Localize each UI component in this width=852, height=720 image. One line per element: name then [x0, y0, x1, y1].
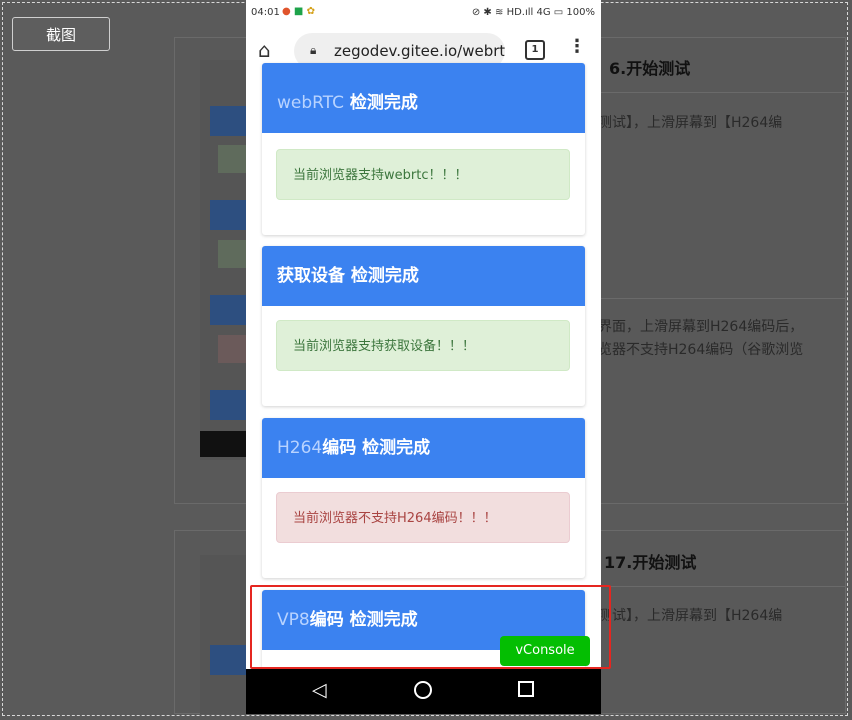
background-thumbnail: [200, 555, 246, 714]
background-thumb-header: [210, 106, 246, 136]
card-header-title: 检测完成: [344, 93, 418, 113]
background-middle-text-1: 界面，上滑屏幕到H264编码后，: [598, 319, 804, 335]
tab-switcher-icon[interactable]: 1: [525, 40, 545, 60]
background-step7-title: 17.开始测试: [604, 553, 697, 572]
card-header-title: 编码 检测完成: [322, 438, 431, 458]
card-header-title: 获取设备 检测完成: [277, 266, 419, 286]
success-alert: 当前浏览器支持webrtc！！！: [276, 149, 570, 200]
background-divider: [600, 586, 846, 587]
check-card-device: 获取设备 检测完成 当前浏览器支持获取设备！！！: [262, 246, 585, 406]
more-menu-icon[interactable]: ⋮: [568, 38, 586, 56]
background-thumb-navbar: [200, 431, 246, 457]
background-divider: [600, 92, 846, 93]
bluetooth-icon: ✱: [483, 7, 492, 18]
error-alert: 当前浏览器不支持H264编码！！！: [276, 492, 570, 543]
app-notification-icon: ■: [293, 6, 304, 17]
back-icon[interactable]: ◁: [312, 680, 327, 700]
lock-icon: 🔒︎: [310, 43, 317, 57]
background-thumb-alert: [218, 335, 246, 363]
background-divider: [600, 298, 846, 299]
background-thumb-header: [210, 295, 246, 325]
background-step6-title: 6.开始测试: [609, 59, 691, 78]
status-right: ⊘ ✱ ≋ HD.ıll 4G ▭ 100%: [472, 7, 595, 18]
browser-notification-icon: ●: [282, 6, 291, 17]
url-text: zegodev.gitee.io/webrtc: [334, 42, 505, 60]
notification-icons: ● ■ ✿: [282, 6, 315, 17]
check-card-webrtc: webRTC 检测完成 当前浏览器支持webrtc！！！: [262, 63, 585, 235]
card-header-keyword: H264: [277, 438, 323, 458]
wifi-icon: ≋: [495, 7, 504, 18]
recent-apps-icon[interactable]: [518, 681, 534, 697]
card-header: H264编码 检测完成: [262, 418, 585, 478]
status-time: 04:01: [251, 7, 280, 18]
background-step7-text: 测试】，上滑屏幕到【H264编: [598, 608, 783, 624]
android-nav-bar: ◁: [246, 669, 601, 714]
signal-battery-status: HD.ıll 4G ▭ 100%: [506, 7, 595, 18]
check-card-h264: H264编码 检测完成 当前浏览器不支持H264编码！！！: [262, 418, 585, 578]
alarm-off-icon: ⊘: [471, 7, 481, 18]
card-header: webRTC 检测完成: [262, 63, 585, 133]
home-icon[interactable]: ⌂: [258, 40, 271, 60]
background-thumb-header: [210, 200, 246, 230]
card-header-keyword: webRTC: [277, 93, 344, 113]
capture-button[interactable]: 截图: [12, 17, 110, 51]
background-thumb-alert: [218, 145, 246, 173]
background-step6-text: 测试】，上滑屏幕到【H264编: [598, 115, 783, 131]
success-alert: 当前浏览器支持获取设备！！！: [276, 320, 570, 371]
settings-notification-icon: ✿: [306, 6, 315, 17]
background-middle-text-2: 览器不支持H264编码（谷歌浏览: [598, 342, 804, 358]
highlight-box: [250, 585, 611, 669]
background-thumb-header: [210, 390, 246, 420]
card-header: 获取设备 检测完成: [262, 246, 585, 306]
status-bar: 04:01 ● ■ ✿ ⊘ ✱ ≋ HD.ıll 4G ▭ 100%: [246, 0, 601, 26]
home-circle-icon[interactable]: [414, 681, 432, 699]
background-thumb-alert: [218, 240, 246, 268]
background-thumb-header: [210, 645, 246, 675]
